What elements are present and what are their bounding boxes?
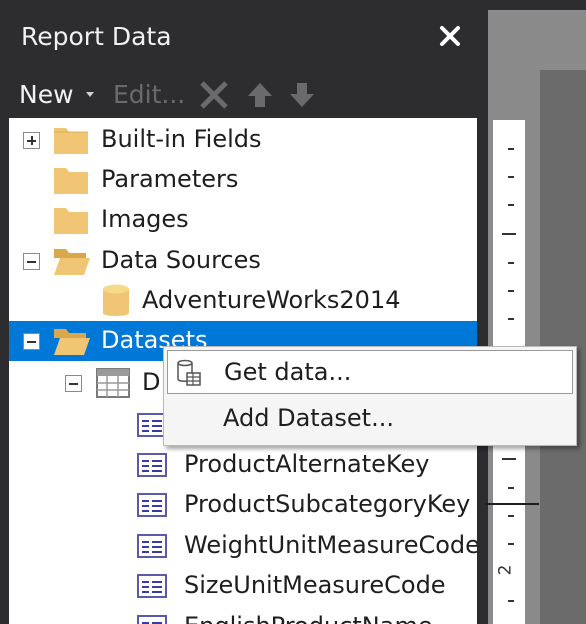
move-down-button[interactable]: [286, 80, 318, 110]
ruler-tick: [508, 204, 514, 206]
tree-item-data-source[interactable]: AdventureWorks2014: [9, 281, 477, 321]
tree-item-field[interactable]: EnglishProductName: [9, 607, 477, 624]
field-icon: [137, 493, 167, 517]
menu-item-label: Get data...: [224, 358, 352, 386]
context-menu: Get data... Add Dataset...: [163, 346, 577, 446]
expand-icon[interactable]: [23, 132, 40, 149]
ruler-tick: [502, 458, 516, 460]
collapse-icon[interactable]: [65, 375, 82, 392]
ruler-label: 2: [495, 564, 516, 576]
folder-open-icon: [54, 329, 90, 355]
tree-item-label: AdventureWorks2014: [142, 286, 401, 314]
close-icon: [440, 26, 460, 46]
new-dropdown-caret-icon[interactable]: [86, 92, 94, 97]
ruler-tick: [508, 487, 514, 489]
ruler-tick: [508, 290, 514, 292]
tree-item-field[interactable]: WeightUnitMeasureCode: [9, 526, 477, 566]
arrow-down-icon: [290, 83, 314, 107]
tree-item-label: Parameters: [101, 165, 239, 193]
tree-item-built-in-fields[interactable]: Built-in Fields: [9, 120, 477, 160]
tree-item-label: ProductAlternateKey: [184, 450, 430, 478]
report-body-border: [485, 503, 539, 505]
toolbar: New Edit...: [0, 72, 483, 118]
report-data-panel: Report Data New Edit... Built-in Fields …: [0, 0, 483, 624]
tree-item-label: Data Sources: [101, 246, 261, 274]
delete-button[interactable]: [198, 80, 230, 110]
panel-title: Report Data: [21, 22, 172, 51]
folder-icon: [54, 168, 88, 194]
tree-item-images[interactable]: Images: [9, 200, 477, 240]
ruler-tick: [508, 176, 514, 178]
field-icon: [137, 453, 167, 477]
ruler-tick: [508, 543, 514, 545]
tree-item-label: WeightUnitMeasureCode: [184, 531, 477, 559]
get-data-icon: [177, 359, 201, 386]
table-icon: [96, 368, 130, 398]
edit-button[interactable]: Edit...: [113, 80, 185, 109]
ruler-tick: [508, 600, 514, 602]
folder-open-icon: [54, 249, 90, 275]
folder-icon: [54, 128, 88, 154]
tree-item-field[interactable]: ProductSubcategoryKey: [9, 485, 477, 525]
menu-item-get-data[interactable]: Get data...: [167, 350, 573, 394]
tree-item-field[interactable]: ProductAlternateKey: [9, 445, 477, 485]
tree-item-label: ProductSubcategoryKey: [184, 490, 471, 518]
tree-item-label: D: [142, 368, 161, 396]
ruler-tick: [502, 233, 516, 235]
database-icon: [103, 284, 129, 316]
tree-item-label: Built-in Fields: [101, 125, 262, 153]
move-up-button[interactable]: [244, 80, 276, 110]
close-button[interactable]: [436, 22, 464, 50]
ruler-tick: [508, 318, 514, 320]
tree-item-data-sources[interactable]: Data Sources: [9, 241, 477, 281]
arrow-up-icon: [248, 83, 272, 107]
collapse-icon[interactable]: [23, 253, 40, 270]
folder-icon: [54, 208, 88, 234]
tree-item-label: Images: [101, 205, 189, 233]
collapse-icon[interactable]: [23, 333, 40, 350]
menu-item-label: Add Dataset...: [223, 404, 394, 432]
field-icon: [137, 615, 167, 624]
x-icon: [200, 81, 228, 109]
field-icon: [137, 574, 167, 598]
tree-item-field[interactable]: SizeUnitMeasureCode: [9, 566, 477, 606]
ruler-tick: [508, 148, 514, 150]
tree-item-parameters[interactable]: Parameters: [9, 160, 477, 200]
ruler-tick: [508, 515, 514, 517]
tree-item-label: SizeUnitMeasureCode: [184, 571, 446, 599]
field-icon: [137, 534, 167, 558]
ruler-tick: [508, 262, 514, 264]
new-button[interactable]: New: [19, 80, 74, 109]
tree-item-label: EnglishProductName: [184, 612, 433, 624]
menu-item-add-dataset[interactable]: Add Dataset...: [167, 397, 573, 441]
